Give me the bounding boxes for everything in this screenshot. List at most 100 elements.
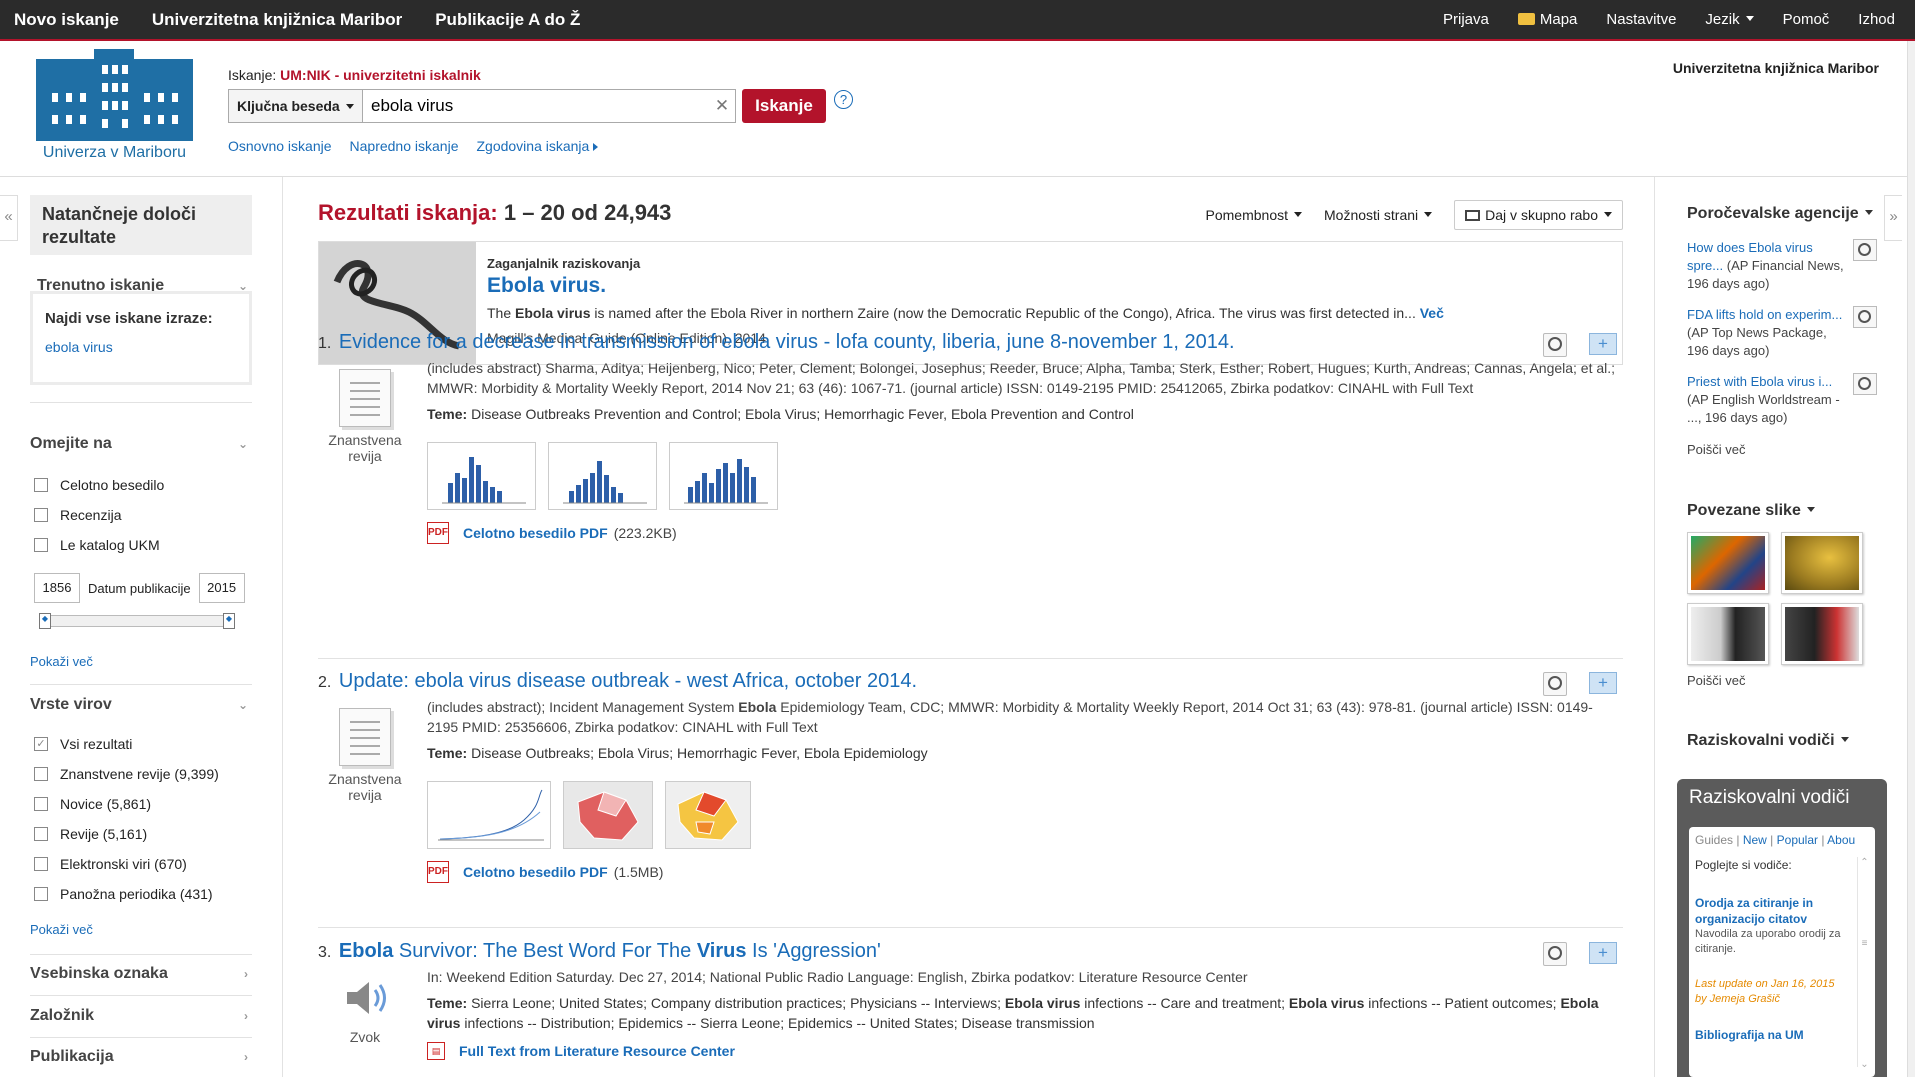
language-dropdown[interactable]: Jezik (1705, 11, 1754, 28)
news-heading[interactable]: Poročevalske agencije (1687, 205, 1873, 223)
result-title-link[interactable]: Update: ebola virus disease outbreak - w… (339, 670, 917, 692)
research-starter-title[interactable]: Ebola virus. (487, 274, 1607, 298)
related-image[interactable] (1687, 532, 1769, 594)
limit-to-heading[interactable]: Omejite na ⌄ (30, 435, 252, 453)
news-link[interactable]: Priest with Ebola virus i... (1687, 374, 1832, 389)
date-from-input[interactable]: 1856 (34, 573, 80, 603)
related-image[interactable] (1781, 603, 1863, 665)
document-icon[interactable]: ▤ (427, 1042, 445, 1060)
exit-link[interactable]: Izhod (1858, 11, 1895, 28)
related-image[interactable] (1781, 532, 1863, 594)
folder-link[interactable]: Mapa (1517, 11, 1577, 28)
source-type-all[interactable]: ✓ Vsi rezultati (34, 736, 132, 752)
tab-popular[interactable]: Popular (1777, 833, 1818, 847)
news-link[interactable]: FDA lifts hold on experim... (1687, 307, 1842, 322)
preview-icon[interactable] (1543, 942, 1567, 966)
checkbox[interactable] (34, 508, 48, 522)
limit-peer-reviewed[interactable]: Recenzija (34, 507, 121, 523)
publisher-section[interactable]: Založnik › (30, 1007, 252, 1025)
add-to-folder-icon[interactable]: + (1589, 333, 1617, 355)
more-link[interactable]: Več (1420, 305, 1444, 321)
chart-thumbnail[interactable] (548, 442, 657, 510)
source-type-trade[interactable]: Panožna periodika (431) (34, 886, 213, 902)
images-heading[interactable]: Povezane slike (1687, 502, 1815, 520)
source-type-magazines[interactable]: Revije (5,161) (34, 826, 147, 842)
search-type-dropdown[interactable]: Ključna beseda (229, 90, 363, 122)
subject-section[interactable]: Vsebinska oznaka › (30, 965, 252, 983)
source-type-academic[interactable]: Znanstvene revije (9,399) (34, 766, 219, 782)
limit-catalog-only[interactable]: Le katalog UKM (34, 537, 160, 553)
checkbox[interactable] (34, 478, 48, 492)
checkbox[interactable] (34, 857, 48, 871)
current-term-link[interactable]: ebola virus (45, 339, 237, 355)
sort-dropdown[interactable]: Pomembnost (1206, 207, 1302, 223)
help-link[interactable]: Pomoč (1783, 11, 1830, 28)
preview-icon[interactable] (1853, 239, 1877, 261)
add-to-folder-icon[interactable]: + (1589, 942, 1617, 964)
source-types-heading[interactable]: Vrste virov ⌄ (30, 696, 252, 714)
slider-handle-left[interactable]: ◆ (39, 613, 51, 629)
publication-section[interactable]: Publikacija › (30, 1048, 252, 1066)
chart-thumbnail[interactable] (427, 781, 551, 849)
pdf-fulltext-link[interactable]: Celotno besedilo PDF (463, 862, 608, 882)
checkbox[interactable] (34, 538, 48, 552)
fulltext-link[interactable]: Full Text from Literature Resource Cente… (459, 1041, 735, 1061)
preview-icon[interactable] (1853, 306, 1877, 328)
map-thumbnail[interactable] (563, 781, 653, 849)
map-thumbnail[interactable] (665, 781, 751, 849)
related-image[interactable] (1687, 603, 1769, 665)
checkbox[interactable] (34, 827, 48, 841)
tab-about[interactable]: Abou (1827, 833, 1855, 847)
library-link[interactable]: Univerzitetna knjižnica Maribor (152, 10, 402, 30)
preview-icon[interactable] (1853, 373, 1877, 395)
limit-fulltext[interactable]: Celotno besedilo (34, 477, 164, 493)
pdf-icon[interactable]: PDF (427, 522, 449, 544)
result-title-link[interactable]: Ebola Survivor: The Best Word For The Vi… (339, 940, 881, 962)
tab-new[interactable]: New (1743, 833, 1767, 847)
checkbox[interactable] (34, 887, 48, 901)
collapse-right-icon[interactable]: » (1884, 195, 1902, 241)
share-button[interactable]: Daj v skupno rabo (1454, 200, 1623, 230)
publications-az-link[interactable]: Publikacije A do Ž (435, 10, 580, 30)
search-history-link[interactable]: Zgodovina iskanja (476, 138, 599, 154)
date-slider[interactable]: ◆ ◆ (39, 613, 235, 629)
page-options-dropdown[interactable]: Možnosti strani (1324, 207, 1433, 223)
page-scrollbar[interactable] (1907, 41, 1915, 1077)
chart-thumbnail[interactable] (427, 442, 536, 510)
checkbox[interactable] (34, 767, 48, 781)
show-more-limits-link[interactable]: Pokaži več (30, 654, 93, 669)
login-link[interactable]: Prijava (1443, 11, 1489, 28)
search-input[interactable] (363, 90, 709, 122)
collapse-left-icon[interactable]: « (0, 195, 18, 241)
result-title-link[interactable]: Evidence for a decrease in transmission … (339, 331, 1235, 353)
preview-icon[interactable] (1543, 672, 1567, 696)
guides-heading[interactable]: Raziskovalni vodiči (1687, 732, 1849, 750)
tab-guides[interactable]: Guides (1695, 833, 1733, 847)
search-button[interactable]: Iskanje (742, 89, 826, 123)
source-type-electronic[interactable]: Elektronski viri (670) (34, 856, 187, 872)
slider-handle-right[interactable]: ◆ (223, 613, 235, 629)
pdf-fulltext-link[interactable]: Celotno besedilo PDF (463, 523, 608, 543)
date-to-input[interactable]: 2015 (198, 573, 245, 603)
show-more-sources-link[interactable]: Pokaži več (30, 922, 93, 937)
clear-icon[interactable]: ✕ (709, 90, 735, 122)
advanced-search-link[interactable]: Napredno iskanje (350, 138, 459, 154)
news-search-more-link[interactable]: Poišči več (1687, 441, 1877, 459)
pdf-icon[interactable]: PDF (427, 861, 449, 883)
source-type-news[interactable]: Novice (5,861) (34, 796, 151, 812)
chevron-down-icon (1864, 210, 1873, 215)
guide-link[interactable]: Bibliografija na UM (1695, 1028, 1804, 1042)
checkbox[interactable] (34, 797, 48, 811)
settings-link[interactable]: Nastavitve (1606, 11, 1676, 28)
checkbox-checked[interactable]: ✓ (34, 737, 48, 751)
chart-thumbnail[interactable] (669, 442, 778, 510)
help-icon[interactable]: ? (834, 90, 853, 109)
preview-icon[interactable] (1543, 333, 1567, 357)
basic-search-link[interactable]: Osnovno iskanje (228, 138, 332, 154)
university-logo[interactable]: Univerza v Mariboru (36, 49, 193, 162)
images-search-more-link[interactable]: Poišči več (1687, 672, 1877, 690)
add-to-folder-icon[interactable]: + (1589, 672, 1617, 694)
guide-link[interactable]: Orodja za citiranje in organizacijo cita… (1695, 896, 1813, 926)
guides-scrollbar[interactable]: ⌃ ≡ ⌄ (1857, 857, 1871, 1070)
new-search-link[interactable]: Novo iskanje (14, 10, 119, 30)
